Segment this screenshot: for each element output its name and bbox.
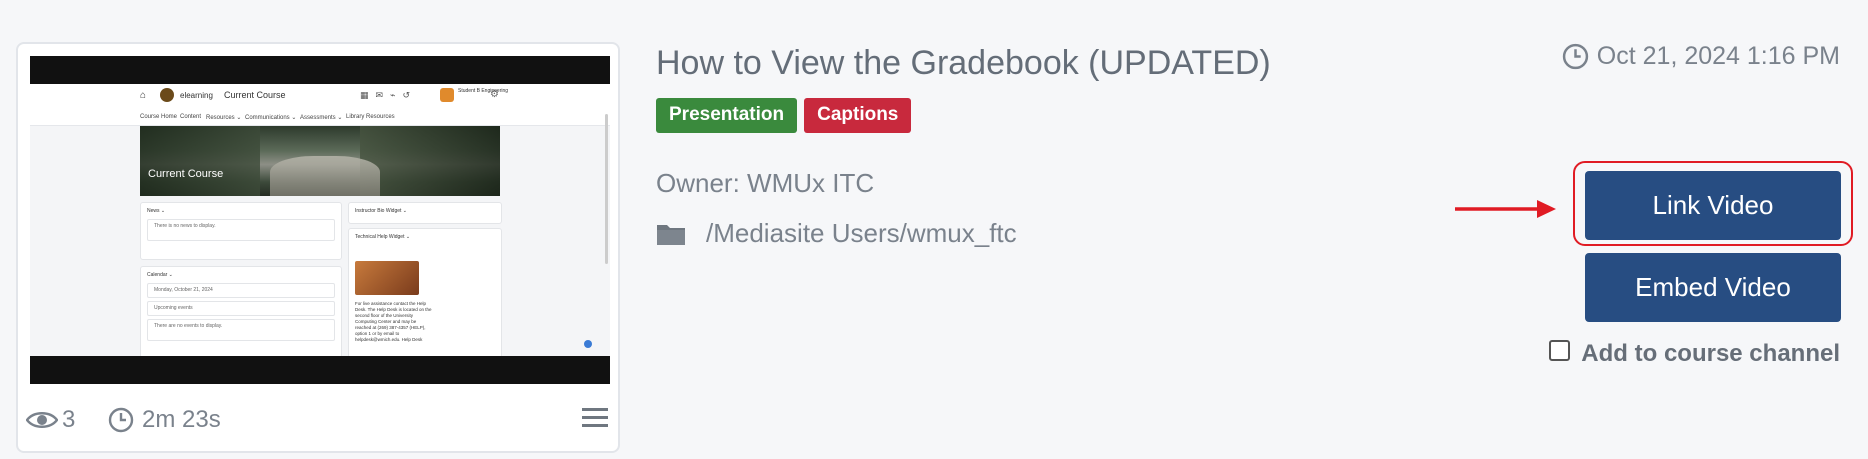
hero-trees-right (360, 126, 500, 196)
lms-toolbar-icons: ▦✉⌁↺ (360, 90, 418, 100)
date-row: Oct 21, 2024 1:16 PM (1562, 42, 1840, 71)
owner-text: Owner: WMUx ITC (656, 168, 875, 198)
lms-user-name: Student B Engineering (458, 88, 509, 94)
lms-logo (160, 88, 174, 102)
add-to-channel-label[interactable]: Add to course channel (1581, 340, 1840, 368)
duration-value: 2m 23s (142, 406, 221, 433)
clock-icon (108, 407, 134, 433)
lms-news-panel: News ⌄ There is no news to display. (140, 202, 342, 260)
help-desk-image (355, 261, 419, 295)
lms-instructor-widget: Instructor Bio Widget ⌄ (348, 202, 502, 224)
folder-path: /Mediasite Users/wmux_ftc (706, 218, 1017, 248)
embed-video-button[interactable]: Embed Video (1585, 253, 1841, 322)
home-icon: ⌂ (140, 90, 147, 101)
lms-nav-item: Communications ⌄ (245, 115, 297, 121)
add-to-channel-checkbox[interactable] (1549, 339, 1571, 361)
add-to-channel-row: Add to course channel (1549, 339, 1840, 368)
video-card: ⌂ elearning Current Course ▦✉⌁↺ Student … (16, 42, 620, 453)
lms-nav-item: Resources ⌄ (206, 115, 242, 121)
menu-lines-icon[interactable] (582, 408, 608, 432)
lms-instructor-title: Instructor Bio Widget ⌄ (355, 208, 407, 214)
tag-list: Presentation Captions (656, 98, 912, 133)
lms-nav: Course Home Content Resources ⌄ Communic… (30, 109, 610, 126)
lms-events-empty: There are no events to display. (147, 319, 335, 341)
gear-icon: ⚙ (490, 89, 499, 100)
lms-screenshot: ⌂ elearning Current Course ▦✉⌁↺ Student … (30, 84, 610, 356)
link-video-button[interactable]: Link Video (1585, 171, 1841, 240)
lms-nav-item: Course Home (140, 114, 178, 120)
lms-user-avatar (440, 88, 454, 102)
video-title[interactable]: How to View the Gradebook (UPDATED) (656, 44, 1271, 83)
video-thumbnail[interactable]: ⌂ elearning Current Course ▦✉⌁↺ Student … (30, 56, 610, 384)
tag-captions: Captions (804, 98, 912, 133)
lms-topbar: ⌂ elearning Current Course ▦✉⌁↺ Student … (30, 84, 610, 110)
lms-brand: elearning (180, 91, 213, 100)
thumbnail-scrollbar (605, 114, 608, 264)
hero-stream (270, 156, 380, 196)
chat-icon (584, 340, 592, 348)
folder-path-row: /Mediasite Users/wmux_ftc (656, 218, 1017, 249)
duration-stat: 2m 23s (108, 406, 221, 434)
hero-trees-left (140, 126, 260, 196)
lms-hero-title: Current Course (148, 168, 224, 180)
views-count: 3 (62, 406, 76, 433)
lms-calendar-title: Calendar ⌄ (147, 272, 173, 278)
lms-nav-item: Content (180, 114, 202, 120)
lms-calendar-panel: Calendar ⌄ Monday, October 21, 2024 Upco… (140, 266, 342, 356)
lms-hero-banner: Current Course (140, 126, 500, 196)
card-footer: 3 2m 23s (18, 384, 618, 453)
lms-course-title: Current Course (224, 90, 286, 100)
lms-nav-item: Assessments ⌄ (300, 115, 343, 121)
clock-icon (1562, 43, 1588, 70)
lms-news-empty: There is no news to display. (147, 219, 335, 241)
lms-news-title: News ⌄ (147, 208, 166, 214)
tag-presentation: Presentation (656, 98, 798, 133)
eye-icon (26, 412, 58, 428)
upload-date: Oct 21, 2024 1:16 PM (1596, 42, 1840, 70)
lms-calendar-date: Monday, October 21, 2024 (147, 283, 335, 298)
lms-nav-item: Library Resources (346, 114, 395, 120)
lms-help-text: For live assistance contact the Help Des… (355, 301, 432, 342)
red-arrow-icon (1455, 200, 1556, 218)
views-stat: 3 (26, 406, 75, 434)
folder-icon (657, 224, 685, 245)
lms-help-widget: Technical Help Widget ⌄ For live assista… (348, 228, 502, 356)
lms-upcoming-events: Upcoming events (147, 301, 335, 316)
lms-help-title: Technical Help Widget ⌄ (355, 234, 411, 240)
